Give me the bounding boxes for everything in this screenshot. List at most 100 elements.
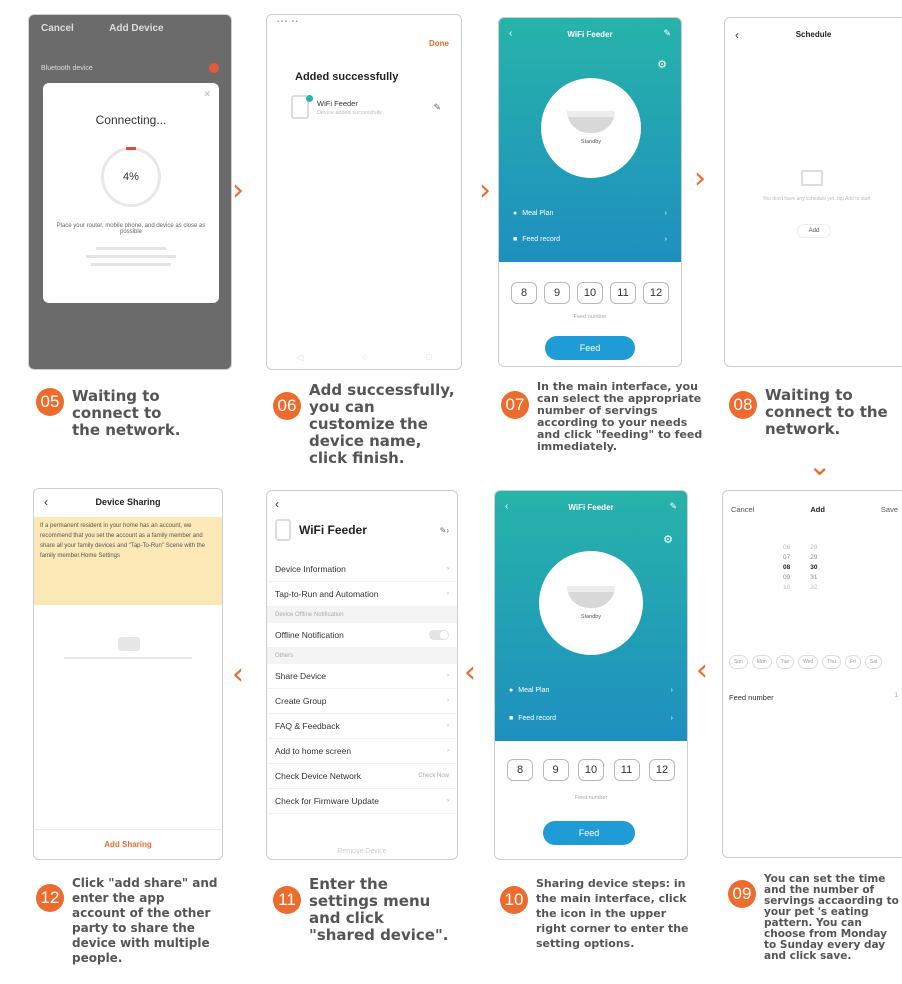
feeder-title: WiFi Feeder: [568, 503, 614, 512]
settings-item-firmware[interactable]: Check for Firmware Update ›: [267, 789, 457, 814]
minute-column[interactable]: 28 29 30 31 32: [810, 543, 817, 593]
back-nav-icon[interactable]: ◁: [296, 352, 303, 363]
hour-column[interactable]: 06 07 08 09 10: [783, 543, 790, 593]
day-chip[interactable]: Sun: [729, 655, 748, 669]
remove-device-button[interactable]: Remove Device: [267, 848, 457, 855]
added-heading: Added successfully: [295, 71, 399, 83]
chevron-right-icon: ›: [447, 566, 449, 572]
settings-item-create-group[interactable]: Create Group ›: [267, 689, 457, 714]
meal-plan-row[interactable]: ● Meal Plan ›: [509, 687, 673, 694]
edit-icon[interactable]: ✎›: [440, 526, 449, 535]
settings-gear-icon[interactable]: ⚙: [657, 58, 667, 71]
settings-header: WiFi Feeder ✎›: [275, 519, 449, 541]
chevron-right-icon: ›: [664, 236, 667, 243]
day-chip[interactable]: Tue: [775, 655, 795, 669]
day-chip[interactable]: Wed: [798, 655, 819, 669]
hour-option[interactable]: 09: [783, 573, 790, 583]
chevron-right-icon: ›: [447, 723, 449, 729]
plus-icon[interactable]: [209, 63, 219, 73]
offline-toggle[interactable]: [429, 630, 449, 640]
arrow-right-icon: ›: [694, 161, 706, 196]
feed-number-row[interactable]: Feed number 1: [729, 693, 898, 702]
recent-nav-icon[interactable]: □: [426, 352, 431, 363]
step-12: 12 Click "add share" and enter the app a…: [36, 876, 236, 966]
add-sharing-button[interactable]: Add Sharing: [34, 829, 222, 859]
settings-item-tap-to-run[interactable]: Tap-to-Run and Automation ›: [267, 582, 457, 607]
serving-option[interactable]: 8: [511, 282, 537, 304]
serving-option[interactable]: 11: [613, 759, 640, 781]
step-number-badge: 12: [36, 884, 64, 912]
top-bar: Cancel Add Device: [29, 15, 231, 45]
hour-option[interactable]: 07: [783, 553, 790, 563]
serving-selector: 8 9 10 11 12: [507, 759, 675, 781]
cancel-button[interactable]: Cancel: [41, 23, 74, 37]
step-caption: Enter the settings menu and click "share…: [309, 875, 449, 944]
day-chip[interactable]: Mon: [751, 655, 772, 669]
edit-icon[interactable]: ✎: [663, 28, 671, 39]
save-button[interactable]: Save: [881, 505, 898, 514]
serving-option[interactable]: 10: [577, 282, 603, 304]
device-row[interactable]: WiFi Feeder Device added successfully ✎: [291, 95, 441, 119]
edit-icon[interactable]: ✎: [433, 102, 441, 113]
chevron-right-icon: ›: [447, 673, 449, 679]
edit-icon[interactable]: ✎: [669, 501, 677, 512]
serving-option[interactable]: 9: [542, 759, 569, 781]
bowl-display: Standby: [539, 551, 643, 655]
settings-item-device-information[interactable]: Device Information ›: [267, 557, 457, 582]
minute-option[interactable]: 31: [810, 573, 817, 583]
arrow-left-icon: ‹: [464, 655, 476, 690]
day-chip[interactable]: Fri: [844, 655, 861, 669]
cancel-button[interactable]: Cancel: [731, 505, 754, 514]
settings-item-add-home-screen[interactable]: Add to home screen ›: [267, 739, 457, 764]
settings-item-share-device[interactable]: Share Device ›: [267, 664, 457, 689]
meal-plan-row[interactable]: ● Meal Plan ›: [513, 210, 667, 217]
minute-option[interactable]: 32: [810, 583, 817, 593]
serving-option[interactable]: 9: [544, 282, 570, 304]
clock-icon: ●: [513, 210, 518, 217]
connecting-dialog: ✕ Connecting... 4% Place your router, mo…: [43, 83, 219, 303]
serving-option[interactable]: 11: [610, 282, 636, 304]
nav-bar: ◁ ○ □: [267, 352, 461, 363]
minute-option[interactable]: 29: [810, 553, 817, 563]
close-icon[interactable]: ✕: [203, 89, 211, 100]
day-chip[interactable]: Sat: [864, 655, 883, 669]
serving-option[interactable]: 8: [507, 759, 533, 781]
day-chip[interactable]: Thu: [822, 655, 841, 669]
settings-item-check-network[interactable]: Check Device Network Check Now: [267, 764, 457, 789]
chevron-right-icon: ›: [447, 798, 449, 804]
bluetooth-label: Bluetooth device: [41, 64, 93, 72]
minute-option-selected[interactable]: 30: [810, 563, 817, 573]
done-button[interactable]: Done: [429, 39, 449, 48]
empty-state-icon: [118, 637, 140, 651]
progress-percent: 4%: [123, 171, 139, 183]
settings-gear-icon[interactable]: ⚙: [663, 533, 673, 546]
back-icon[interactable]: ‹: [275, 497, 279, 511]
feed-button[interactable]: Feed: [545, 336, 635, 360]
serving-option[interactable]: 10: [578, 759, 604, 781]
feeder-header: ‹ WiFi Feeder ✎ ⚙ Standby ● Meal Plan › ■ F…: [495, 491, 687, 741]
status-label: Standby: [580, 614, 602, 620]
hour-option[interactable]: 10: [783, 583, 790, 593]
time-picker[interactable]: 06 07 08 09 10 28 29 30 31 32: [783, 543, 817, 593]
device-sub: Device added successfully: [317, 109, 382, 116]
minute-option[interactable]: 28: [810, 543, 817, 553]
item-label: Share Device: [275, 671, 327, 681]
step-number-badge: 10: [500, 886, 528, 914]
settings-item-faq[interactable]: FAQ & Feedback ›: [267, 714, 457, 739]
feed-record-row[interactable]: ■ Feed record ›: [513, 236, 667, 243]
step-09: 09 You can set the time and the number o…: [728, 874, 902, 962]
screen-05-connecting: Cancel Add Device Bluetooth device ✕ Con…: [28, 14, 232, 370]
chevron-right-icon: ›: [670, 687, 673, 694]
add-schedule-button[interactable]: Add: [797, 224, 831, 238]
feed-button[interactable]: Feed: [543, 821, 635, 845]
step-05: 05 Waiting to connect to the network.: [36, 388, 236, 439]
step-number-badge: 05: [36, 388, 64, 416]
home-nav-icon[interactable]: ○: [362, 352, 367, 363]
feed-record-row[interactable]: ■ Feed record ›: [509, 715, 673, 722]
serving-option[interactable]: 12: [649, 759, 675, 781]
check-now-label: Check Now: [418, 773, 449, 779]
hour-option[interactable]: 06: [783, 543, 790, 553]
empty-state-line: [64, 657, 192, 659]
serving-option[interactable]: 12: [643, 282, 669, 304]
hour-option-selected[interactable]: 08: [783, 563, 790, 573]
